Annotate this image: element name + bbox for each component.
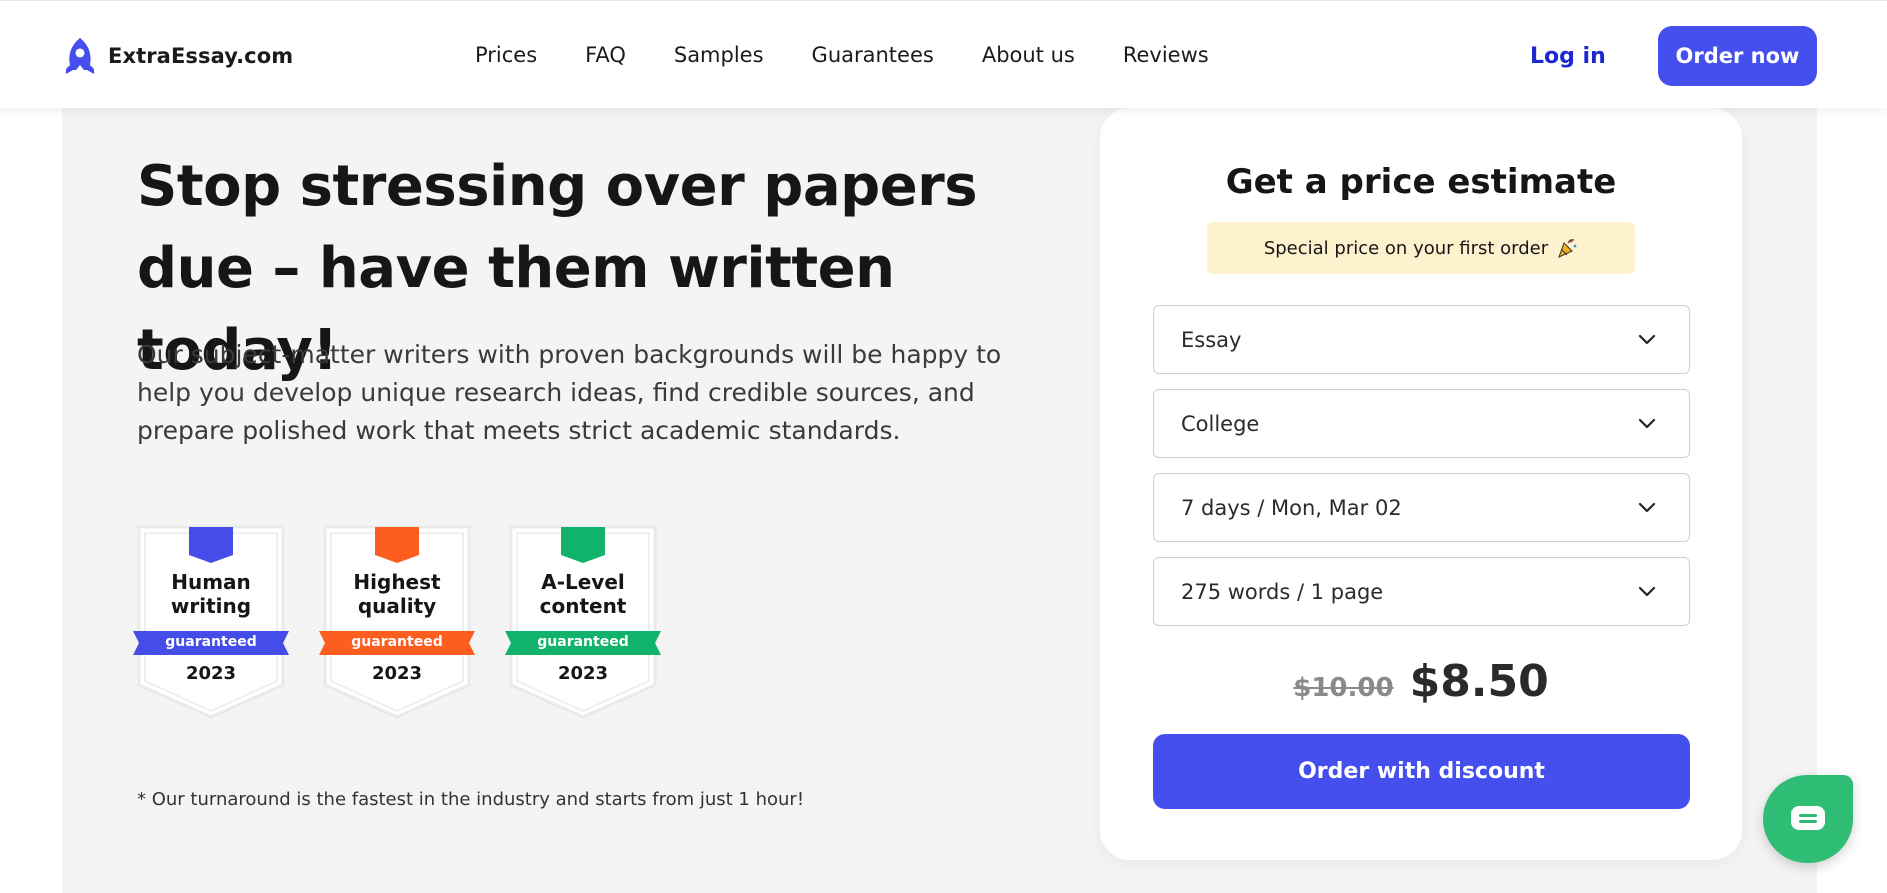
badge-title: Highest quality <box>353 570 441 618</box>
price-estimate-card: Get a price estimate Special price on yo… <box>1100 108 1742 860</box>
nav-prices[interactable]: Prices <box>475 43 537 67</box>
chevron-down-icon <box>1638 502 1656 513</box>
login-link[interactable]: Log in <box>1530 44 1606 69</box>
logo-text: ExtraEssay.com <box>108 44 294 68</box>
order-now-button[interactable]: Order now <box>1658 26 1817 86</box>
promo-text: Special price on your first order <box>1263 237 1549 259</box>
nav-samples[interactable]: Samples <box>674 43 764 67</box>
badge-year: 2023 <box>185 663 237 684</box>
chat-icon <box>1791 806 1825 830</box>
badge-highest-quality: Highest quality guaranteed 2023 <box>319 525 475 720</box>
deadline-select[interactable]: 7 days / Mon, Mar 02 <box>1153 473 1690 542</box>
chat-widget-button[interactable] <box>1763 775 1853 863</box>
badge-shield-icon <box>133 525 289 719</box>
discounted-price: $8.50 <box>1409 656 1549 707</box>
badge-title: A-Level content <box>539 570 627 618</box>
party-popper-icon <box>1558 239 1577 258</box>
main-nav: Prices FAQ Samples Guarantees About us R… <box>475 43 1209 67</box>
promo-banner: Special price on your first order <box>1207 222 1635 274</box>
chevron-down-icon <box>1638 334 1656 345</box>
deadline-value: 7 days / Mon, Mar 02 <box>1181 495 1402 520</box>
chevron-down-icon <box>1638 418 1656 429</box>
badge-ribbon: guaranteed <box>351 634 443 650</box>
turnaround-footnote: * Our turnaround is the fastest in the i… <box>137 789 805 810</box>
length-select[interactable]: 275 words / 1 page <box>1153 557 1690 626</box>
nav-faq[interactable]: FAQ <box>585 43 626 67</box>
site-header: ExtraEssay.com Prices FAQ Samples Guaran… <box>0 0 1887 108</box>
hero-lead: Our subject-matter writers with proven b… <box>137 340 1002 445</box>
card-title: Get a price estimate <box>1225 162 1617 202</box>
academic-level-select[interactable]: College <box>1153 389 1690 458</box>
paper-type-select[interactable]: Essay <box>1153 305 1690 374</box>
badge-year: 2023 <box>557 663 609 684</box>
badge-a-level-content: A-Level content guaranteed 2023 <box>505 525 661 720</box>
badge-year: 2023 <box>371 663 423 684</box>
badge-ribbon: guaranteed <box>537 634 629 650</box>
length-value: 275 words / 1 page <box>1181 579 1384 604</box>
chevron-down-icon <box>1638 586 1656 597</box>
badge-title: Human writing <box>170 570 252 618</box>
academic-level-value: College <box>1181 411 1260 436</box>
rocket-logo-icon <box>66 38 94 74</box>
old-price: $10.00 <box>1293 673 1394 703</box>
logo[interactable]: ExtraEssay.com <box>62 37 293 75</box>
badge-ribbon: guaranteed <box>165 634 257 650</box>
price-display: $10.00 $8.50 <box>1100 656 1742 707</box>
guarantee-badges: Human writing guaranteed 2023 Highest qu… <box>133 525 661 720</box>
nav-reviews[interactable]: Reviews <box>1123 43 1209 67</box>
nav-about-us[interactable]: About us <box>982 43 1075 67</box>
badge-shield-icon <box>319 525 475 719</box>
badge-human-writing: Human writing guaranteed 2023 <box>133 525 289 720</box>
badge-shield-icon <box>505 525 661 719</box>
order-with-discount-button[interactable]: Order with discount <box>1153 734 1690 809</box>
nav-guarantees[interactable]: Guarantees <box>812 43 934 67</box>
paper-type-value: Essay <box>1181 327 1242 352</box>
